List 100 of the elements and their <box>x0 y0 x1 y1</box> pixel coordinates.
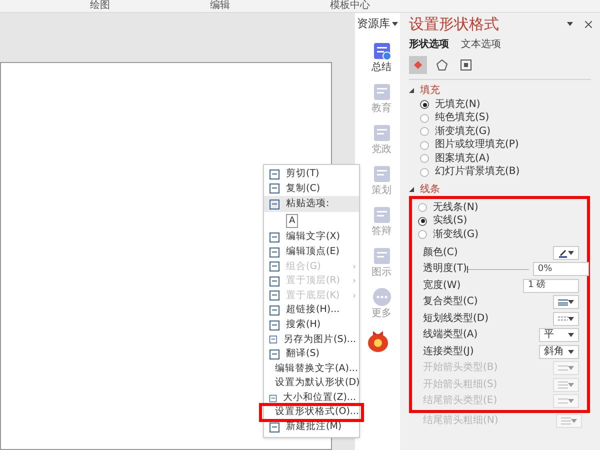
radio-label: 图案填充(A) <box>435 154 490 164</box>
menu-item-icon <box>269 276 280 287</box>
section-header[interactable]: 线条 <box>409 182 600 196</box>
menu-item[interactable]: 编辑顶点(E) <box>264 244 359 260</box>
submenu-arrow: › <box>352 290 356 302</box>
radio-button[interactable] <box>420 100 429 110</box>
radio-label: 无填充(N) <box>435 100 480 110</box>
property-label: 透明度(T) <box>423 264 467 274</box>
option-dropdown[interactable]: 斜角 <box>539 344 579 359</box>
menu-item[interactable]: 翻译(S) <box>264 346 359 362</box>
report-icon <box>372 40 392 60</box>
menu-header: 粘贴选项: <box>264 196 359 212</box>
menu-item-icon <box>269 168 280 180</box>
caret-icon <box>568 382 574 387</box>
menu-item[interactable]: 编辑替换文字(A)... <box>264 362 359 376</box>
menu-item-icon <box>269 348 280 360</box>
ribbon-group-label: 绘图 <box>90 1 110 11</box>
caret-icon <box>568 399 574 404</box>
style-dropdown[interactable] <box>553 312 579 326</box>
submenu-arrow: › <box>352 275 356 288</box>
size-icon <box>460 59 472 71</box>
radio-button[interactable] <box>418 216 427 226</box>
menu-item-icon <box>269 320 280 331</box>
menu-item[interactable]: 设置为默认形状(D) <box>264 376 359 391</box>
radio-label: 渐变线(G) <box>433 230 479 240</box>
property-label: 开始箭头类型(B) <box>423 363 498 374</box>
resource-category[interactable]: 总结 <box>364 40 392 72</box>
ribbon-group-label: 编辑 <box>210 1 230 11</box>
sidebar-title: 资源库 <box>357 16 390 32</box>
caret-icon <box>568 350 574 354</box>
menu-item: 置于底层(K) › <box>264 288 359 304</box>
property-label: 短划线类型(D) <box>423 314 489 324</box>
expand-triangle-icon <box>409 186 414 192</box>
menu-item[interactable]: 大小和位置(Z)... <box>264 390 359 406</box>
menu-item-icon <box>269 392 278 404</box>
menu-item[interactable]: 新建批注(M) <box>264 420 359 434</box>
property-label: 线端类型(A) <box>423 330 478 340</box>
radio-button[interactable] <box>420 168 429 177</box>
radio-label: 纯色填充(S) <box>435 113 490 124</box>
menu-item: 置于顶层(R) › <box>264 274 359 289</box>
panel-tab[interactable]: 形状选项 <box>409 37 449 52</box>
radio-label: 实线(S) <box>433 216 468 226</box>
menu-item[interactable]: 超链接(H)... <box>264 303 359 318</box>
radio-button[interactable] <box>420 154 429 164</box>
menu-item[interactable]: 搜索(H) <box>264 318 359 332</box>
submenu-arrow: › <box>352 260 356 273</box>
caret-icon <box>571 418 577 423</box>
property-label: 开始箭头粗细(S) <box>423 380 498 390</box>
menu-item: 组合(G) › <box>264 259 359 274</box>
radio-button[interactable] <box>420 127 429 136</box>
dashes-icon <box>558 314 568 323</box>
spinner-field[interactable]: 0% <box>532 262 589 276</box>
lines-icon <box>561 416 571 425</box>
radio-button[interactable] <box>420 114 429 123</box>
caret-icon <box>567 22 573 26</box>
radio-button[interactable] <box>418 230 427 240</box>
spinner-field[interactable]: 1 磅 <box>523 278 579 293</box>
pen-icon <box>558 248 568 258</box>
property-label: 宽度(W) <box>423 280 461 291</box>
menu-item[interactable]: 复制(C) <box>264 182 359 196</box>
more-icon <box>372 286 392 306</box>
radio-button[interactable] <box>418 203 427 212</box>
menu-item-icon <box>269 183 280 194</box>
section-header[interactable]: 填充 <box>409 83 600 97</box>
menu-item-icon <box>269 304 280 316</box>
caret-icon <box>568 300 574 304</box>
radio-label: 无线条(N) <box>433 202 478 213</box>
property-label: 结尾箭头类型(E) <box>423 396 498 406</box>
panel-title: 设置形状格式 <box>409 15 499 33</box>
radio-label: 幻灯片背景填充(B) <box>435 167 520 178</box>
property-label: 结尾箭头粗细(N) <box>423 416 498 426</box>
radio-label: 图片或纹理填充(P) <box>435 140 519 150</box>
menu-item-icon <box>269 290 280 302</box>
property-label: 复合类型(C) <box>423 297 478 308</box>
menu-item[interactable]: 编辑文字(X) <box>264 230 359 245</box>
radio-label: 渐变填充(G) <box>435 126 491 137</box>
menu-item-icon <box>269 334 278 346</box>
menu-item-icon <box>269 232 280 243</box>
style-dropdown[interactable] <box>553 246 579 260</box>
style-dropdown[interactable] <box>553 295 579 310</box>
lines-icon <box>558 298 568 306</box>
menu-item-icon <box>269 422 280 433</box>
radio-button[interactable] <box>420 140 429 150</box>
menu-item-icon <box>269 246 280 258</box>
property-label: 颜色(C) <box>423 248 458 258</box>
option-dropdown[interactable]: 平 <box>539 328 579 342</box>
caret-icon <box>392 22 398 26</box>
menu-item[interactable]: 设置形状格式(O)... <box>261 405 362 420</box>
close-icon[interactable] <box>585 20 592 28</box>
menu-item[interactable]: 另存为图片(S)... <box>264 332 359 347</box>
caret-icon <box>568 333 574 338</box>
menu-item[interactable]: 剪切(T) <box>264 167 359 182</box>
paste-option[interactable]: A <box>286 214 298 228</box>
menu-item-icon <box>269 261 280 272</box>
pentagon-icon <box>436 59 448 71</box>
caret-icon <box>568 250 574 255</box>
caret-icon <box>568 316 574 321</box>
panel-tab[interactable]: 文本选项 <box>461 37 501 52</box>
caret-icon <box>568 366 574 370</box>
property-label: 连接类型(J) <box>423 346 474 357</box>
